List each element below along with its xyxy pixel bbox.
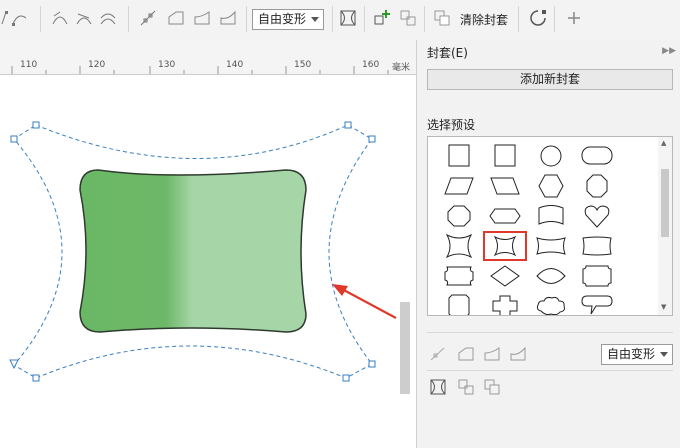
preset-octagon-small[interactable] <box>436 201 482 231</box>
preset-wave-rect[interactable] <box>528 231 574 261</box>
preset-rounded-rect[interactable] <box>574 141 620 171</box>
panel-divider <box>427 370 673 371</box>
preset-circle[interactable] <box>528 141 574 171</box>
clone-envelope-icon[interactable] <box>483 378 501 396</box>
preset-parallelogram-left[interactable] <box>436 171 482 201</box>
toolbar-separator <box>332 6 333 32</box>
docker-mode-dropdown[interactable]: 自由变形 <box>601 344 673 365</box>
collapse-icon[interactable]: ▶▶ <box>662 46 676 56</box>
envelope-node-handle <box>368 360 376 368</box>
preset-badge[interactable] <box>436 291 482 315</box>
panel-divider <box>427 332 673 333</box>
preset-wave-rect-2[interactable] <box>574 231 620 261</box>
docker-mode-value: 自由变形 <box>607 347 656 361</box>
envelope-single-arc-icon[interactable] <box>192 8 212 28</box>
preset-curly-rect[interactable] <box>436 261 482 291</box>
preset-pinched-square[interactable] <box>436 231 482 261</box>
drawing-canvas[interactable]: 110 120 130 140 150 160 毫米 <box>0 40 416 448</box>
preset-capsule[interactable] <box>482 201 528 231</box>
chevron-down-icon[interactable]: ▼ <box>661 303 666 311</box>
envelope-straight-icon[interactable] <box>457 345 475 363</box>
toolbar-separator <box>364 6 365 32</box>
envelope-node-handle <box>368 135 376 143</box>
toolbar-separator <box>518 6 519 32</box>
preset-list: ▲ ▼ <box>427 136 673 316</box>
toolbar-separator <box>554 6 555 32</box>
canvas-vertical-scrollbar[interactable] <box>400 302 410 394</box>
chevron-up-icon[interactable]: ▲ <box>661 139 666 147</box>
copy-envelope-icon[interactable] <box>457 378 475 396</box>
envelope-docker: 封套(E) ▶▶ 添加新封套 选择预设 ▲ ▼ 自由变形 <box>416 40 680 448</box>
chevron-down-icon <box>311 17 319 22</box>
toolbar-separator <box>40 6 41 32</box>
envelope-node-handle <box>344 121 352 129</box>
preset-octagon[interactable] <box>574 171 620 201</box>
add-icon[interactable] <box>564 8 584 28</box>
toolbar-separator <box>424 6 425 32</box>
docker-title: 封套(E) <box>427 46 468 60</box>
preset-hexagon[interactable] <box>528 171 574 201</box>
preset-heart[interactable] <box>574 201 620 231</box>
chevron-down-icon <box>660 352 668 357</box>
canvas-drawing <box>9 121 397 382</box>
convert-to-curves-icon[interactable] <box>528 8 548 28</box>
add-envelope-icon[interactable] <box>372 8 392 28</box>
envelope-shape-icon[interactable] <box>338 8 358 28</box>
envelope-node-handle <box>342 374 350 382</box>
preset-cross[interactable] <box>482 291 528 315</box>
horizontal-ruler: 110 120 130 140 150 160 毫米 <box>0 40 416 75</box>
toolbar-separator <box>246 6 247 32</box>
preset-square[interactable] <box>482 141 528 171</box>
envelope-shape-icon[interactable] <box>429 378 447 396</box>
pen-line-icon[interactable] <box>138 8 158 28</box>
ruler-ticks <box>11 66 389 74</box>
curve-tool-icon[interactable] <box>10 8 30 28</box>
green-envelope-shape[interactable] <box>79 169 307 333</box>
clear-envelope-button[interactable]: 清除封套 <box>460 11 508 28</box>
add-new-envelope-button[interactable]: 添加新封套 <box>427 69 673 90</box>
toolbar-separator <box>128 6 129 32</box>
preset-pinched-square-selected[interactable] <box>482 231 528 261</box>
envelope-straight-icon[interactable] <box>166 8 186 28</box>
envelope-node-handle-triangle <box>9 359 19 370</box>
envelope-double-arc-icon[interactable] <box>509 345 527 363</box>
pen-curve-outline-icon[interactable] <box>98 8 118 28</box>
pen-curve-icon[interactable] <box>50 8 70 28</box>
preset-curly-rect-2[interactable] <box>574 261 620 291</box>
preset-diamond[interactable] <box>482 261 528 291</box>
preset-cloud[interactable] <box>528 291 574 315</box>
pen-curve-alt-icon[interactable] <box>74 8 94 28</box>
envelope-node-handle <box>10 135 18 143</box>
preset-label: 选择预设 <box>427 118 476 132</box>
envelope-double-arc-icon[interactable] <box>218 8 238 28</box>
preset-lens[interactable] <box>528 261 574 291</box>
envelope-single-arc-icon[interactable] <box>483 345 501 363</box>
annotation-arrow <box>339 287 397 319</box>
preset-flag[interactable] <box>528 201 574 231</box>
preset-scroll-thumb[interactable] <box>661 169 669 237</box>
preset-parallelogram-right[interactable] <box>482 171 528 201</box>
envelope-node-handle <box>32 374 40 382</box>
clone-envelope-icon[interactable] <box>432 8 452 28</box>
mode-dropdown[interactable]: 自由变形 <box>252 9 324 30</box>
envelope-toolbar: 自由变形 清除封套 <box>0 0 680 41</box>
envelope-node-handle <box>32 121 40 129</box>
preset-square[interactable] <box>436 141 482 171</box>
pen-line-icon[interactable] <box>429 345 447 363</box>
copy-envelope-icon[interactable] <box>398 8 418 28</box>
preset-scrollbar[interactable]: ▲ ▼ <box>658 137 672 315</box>
mode-dropdown-value: 自由变形 <box>258 12 307 26</box>
preset-speech-bubble[interactable] <box>574 291 620 315</box>
